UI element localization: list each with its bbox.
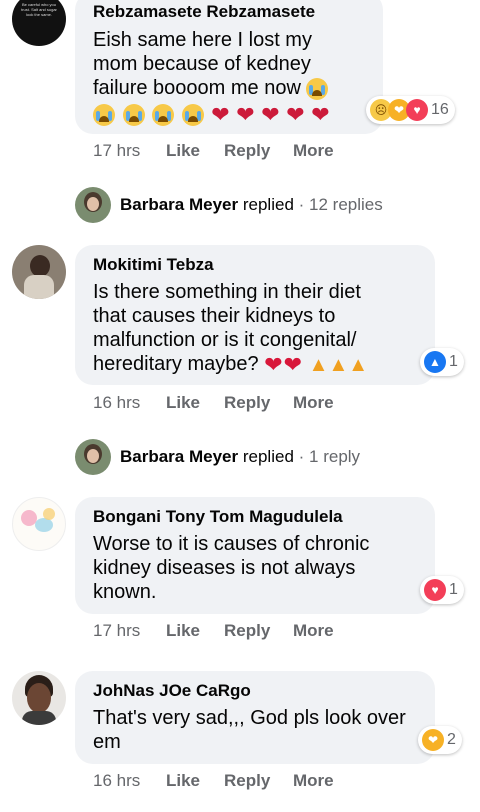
comment-text-line: known. — [93, 581, 157, 603]
reactions-summary[interactable]: ❤ 2 — [418, 726, 462, 754]
love-reaction-icon: ♥ — [406, 99, 428, 121]
comment-text-span: hereditary maybe? — [93, 353, 259, 375]
reply-verb: replied — [242, 195, 294, 214]
avatar[interactable] — [75, 439, 111, 475]
more-button[interactable]: More — [293, 141, 334, 161]
like-button[interactable]: Like — [166, 621, 200, 641]
comment-text-span: failure boooom me now — [93, 77, 301, 99]
avatar[interactable] — [75, 187, 111, 223]
comment-text-line: em — [93, 731, 121, 753]
crying-face-icon — [152, 103, 175, 126]
comment-text-line: Is there something in their diet — [93, 281, 361, 303]
love-reaction-icon: ♥ — [424, 579, 446, 601]
reply-button[interactable]: Reply — [224, 771, 270, 791]
care-reaction-icon: ❤ — [422, 729, 444, 751]
broken-heart-icon: ❤ — [236, 101, 255, 127]
more-button[interactable]: More — [293, 771, 334, 791]
like-button[interactable]: Like — [166, 393, 200, 413]
reaction-count: 1 — [449, 581, 458, 598]
praying-hands-icon: ▲ — [348, 353, 369, 376]
comment-text-line: failure boooom me now — [93, 76, 330, 100]
reaction-count: 16 — [431, 101, 449, 118]
comment-text-line: mom because of kedney — [93, 53, 311, 75]
comment-text-line: kidney diseases is not always — [93, 557, 356, 579]
comment-author[interactable]: JohNas JOe CaRgo — [93, 681, 251, 701]
crying-face-icon — [122, 103, 145, 126]
heart-icon: ❤ — [264, 351, 283, 377]
view-replies-link[interactable]: Barbara Meyer replied · 12 replies — [120, 195, 383, 215]
comment-timestamp[interactable]: 16 hrs — [93, 771, 140, 791]
comment-bubble: Rebzamasete Rebzamasete Eish same here I… — [75, 0, 383, 134]
comment-text-line: Eish same here I lost my — [93, 29, 312, 51]
comment-bubble: Bongani Tony Tom Magudulela Worse to it … — [75, 497, 435, 614]
comment-author[interactable]: Rebzamasete Rebzamasete — [93, 2, 315, 22]
avatar[interactable] — [12, 245, 66, 299]
praying-hands-icon: ▲ — [328, 353, 349, 376]
reaction-count: 1 — [449, 353, 458, 370]
reply-count: · 12 replies — [298, 195, 383, 214]
heart-icon: ❤ — [283, 351, 303, 377]
comment-bubble: JohNas JOe CaRgo That's very sad,,, God … — [75, 671, 435, 764]
reply-button[interactable]: Reply — [224, 621, 270, 641]
reply-count: · 1 reply — [298, 447, 361, 466]
reactions-summary[interactable]: ▲ 1 — [420, 348, 464, 376]
reply-author: Barbara Meyer — [120, 447, 239, 466]
comment-text-line: malfunction or is it congenital/ — [93, 329, 357, 351]
comment-text-line: that causes their kidneys to — [93, 305, 336, 327]
comment-timestamp[interactable]: 17 hrs — [93, 621, 140, 641]
avatar-quote-text: Be careful who you trust. Salt and sugar… — [21, 2, 57, 17]
more-button[interactable]: More — [293, 621, 334, 641]
comment-text-line: That's very sad,,, God pls look over — [93, 707, 406, 729]
like-reaction-icon: ▲ — [424, 351, 446, 373]
reply-author: Barbara Meyer — [120, 195, 239, 214]
crying-face-icon — [306, 77, 329, 100]
praying-hands-icon: ▲ — [308, 353, 329, 376]
comment-timestamp[interactable]: 17 hrs — [93, 141, 140, 161]
crying-face-icon — [93, 103, 115, 126]
avatar[interactable]: Be careful who you trust. Salt and sugar… — [12, 0, 66, 46]
comment-bubble: Mokitimi Tebza Is there something in the… — [75, 245, 435, 385]
broken-heart-icon: ❤ — [311, 101, 330, 127]
comment-text-line: hereditary maybe? ❤❤ ▲▲▲ — [93, 352, 368, 376]
reply-verb: replied — [242, 447, 294, 466]
avatar[interactable] — [12, 671, 66, 725]
reply-button[interactable]: Reply — [224, 393, 270, 413]
reply-button[interactable]: Reply — [224, 141, 270, 161]
more-button[interactable]: More — [293, 393, 334, 413]
view-replies-link[interactable]: Barbara Meyer replied · 1 reply — [120, 447, 360, 467]
crying-face-icon — [181, 103, 204, 126]
like-button[interactable]: Like — [166, 771, 200, 791]
like-button[interactable]: Like — [166, 141, 200, 161]
broken-heart-icon: ❤ — [286, 101, 305, 127]
comment-timestamp[interactable]: 16 hrs — [93, 393, 140, 413]
avatar[interactable] — [12, 497, 66, 551]
broken-heart-icon: ❤ — [261, 101, 280, 127]
comment-author[interactable]: Bongani Tony Tom Magudulela — [93, 507, 343, 527]
reactions-summary[interactable]: ♥ 1 — [420, 576, 464, 604]
reactions-summary[interactable]: ☹ ❤ ♥ 16 — [366, 96, 455, 124]
emoji-row: ❤ ❤ ❤ ❤ ❤ — [93, 102, 331, 126]
comment-text-line: Worse to it is causes of chronic — [93, 533, 370, 555]
reaction-count: 2 — [447, 731, 456, 748]
broken-heart-icon: ❤ — [211, 101, 230, 127]
comment-author[interactable]: Mokitimi Tebza — [93, 255, 214, 275]
